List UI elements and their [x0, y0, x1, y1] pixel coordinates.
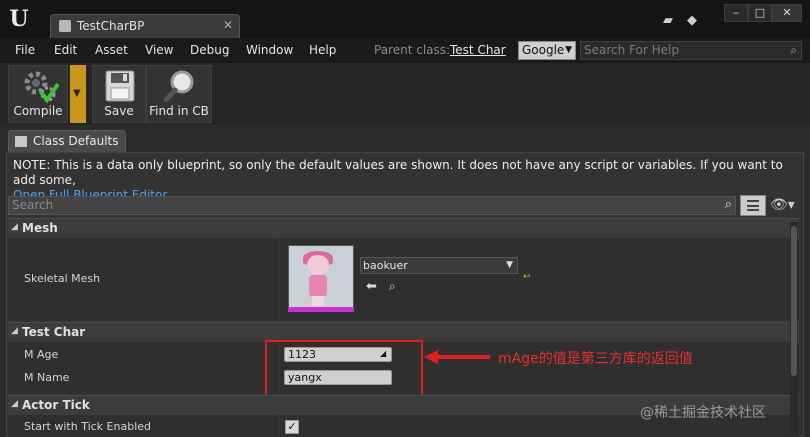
skeletal-mesh-row — [8, 238, 799, 320]
start-tick-label: Start with Tick Enabled — [24, 420, 152, 433]
search-icon: ⌕ — [790, 43, 797, 57]
thumbnail-figure-legs — [312, 296, 324, 306]
skeletal-mesh-label: Skeletal Mesh — [24, 272, 101, 285]
close-button[interactable]: ✕ — [772, 4, 802, 22]
skeletal-mesh-value: baokuer — [363, 259, 408, 272]
compile-options-dropdown[interactable]: ▼ — [70, 65, 86, 123]
skeletal-mesh-picker[interactable]: baokuer ▼ — [360, 257, 518, 274]
category-mesh[interactable]: ◢ Mesh — [8, 218, 799, 238]
title-bar: U TestCharBP ✕ ▰ ◆ – □ ✕ — [0, 0, 810, 38]
category-mesh-title: Mesh — [22, 221, 58, 235]
magnifier-icon — [163, 70, 194, 103]
menu-help[interactable]: Help — [309, 43, 336, 57]
annotation-text: mAge的值是第三方库的返回值 — [498, 351, 693, 367]
collapse-triangle-icon: ◢ — [11, 326, 18, 336]
search-provider-label: Google — [522, 43, 565, 57]
compile-label: Compile — [13, 104, 63, 118]
menu-view[interactable]: View — [145, 43, 173, 57]
search-icon: ⌕ — [724, 197, 732, 212]
watermark-text: @稀土掘金技术社区 — [640, 405, 766, 421]
thumbnail-figure-body — [309, 275, 327, 297]
unreal-logo-icon[interactable]: U — [6, 6, 32, 32]
m-name-label: M Name — [24, 371, 70, 384]
maximize-button[interactable]: □ — [748, 4, 772, 22]
collapse-triangle-icon: ◢ — [11, 222, 18, 232]
class-defaults-icon — [15, 136, 27, 147]
search-provider-dropdown[interactable]: Google ▼ — [518, 41, 576, 60]
category-test-char-title: Test Char — [22, 325, 86, 339]
blueprint-icon — [59, 20, 71, 32]
start-tick-checkbox[interactable]: ✓ — [285, 420, 299, 434]
find-in-cb-label: Find in CB — [149, 104, 209, 118]
menu-file[interactable]: File — [15, 43, 35, 57]
help-search-input[interactable]: Search For Help ⌕ — [580, 41, 802, 60]
chevron-down-icon: ▼ — [506, 260, 513, 270]
parent-class-link[interactable]: Test Char — [450, 43, 506, 57]
compile-gear-icon — [24, 71, 59, 104]
property-matrix-button[interactable] — [740, 195, 766, 216]
toolbar: Compile ▼ Save Find in CB — [0, 63, 810, 125]
tab-class-defaults[interactable]: Class Defaults — [8, 130, 126, 152]
category-test-char[interactable]: ◢ Test Char — [8, 322, 799, 342]
save-label: Save — [104, 104, 134, 118]
menu-bar: File Edit Asset View Debug Window Help P… — [0, 38, 810, 63]
details-scrollbar[interactable] — [790, 222, 798, 434]
thumbnail-figure-head — [307, 255, 329, 275]
compile-button[interactable]: Compile — [8, 65, 68, 123]
menu-debug[interactable]: Debug — [190, 43, 229, 57]
reset-to-default-icon[interactable]: ↩ — [523, 272, 531, 282]
save-icon — [105, 70, 135, 102]
annotation-highlight-box — [265, 340, 423, 400]
list-icon — [747, 200, 759, 211]
parent-class-label: Parent class: — [374, 43, 451, 57]
chevron-down-icon: ▼ — [565, 45, 572, 55]
column-divider[interactable] — [278, 238, 279, 320]
scrollbar-thumb[interactable] — [791, 226, 797, 376]
view-options-eye-icon[interactable]: 👁▾ — [770, 197, 795, 213]
learn-icon[interactable]: ◆ — [684, 14, 700, 28]
collapse-triangle-icon: ◢ — [11, 399, 18, 409]
note-text: NOTE: This is a data only blueprint, so … — [13, 158, 783, 187]
details-search-placeholder: Search — [12, 198, 54, 212]
save-button[interactable]: Save — [92, 65, 146, 123]
tab-title: TestCharBP — [77, 19, 145, 33]
chevron-down-icon: ▼ — [73, 88, 81, 99]
feedback-icon[interactable]: ▰ — [660, 14, 676, 28]
minimize-button[interactable]: – — [724, 4, 748, 22]
annotation-arrow-icon — [424, 350, 490, 364]
use-selected-arrow-icon[interactable]: ⬅ — [366, 279, 377, 294]
details-search-input[interactable]: Search ⌕ — [8, 196, 736, 215]
menu-asset[interactable]: Asset — [95, 43, 128, 57]
window-controls: – □ ✕ — [724, 4, 802, 22]
asset-type-color-bar — [288, 307, 354, 312]
column-divider[interactable] — [278, 415, 279, 437]
tab-close-icon[interactable]: ✕ — [223, 18, 233, 32]
tab-testcharbp[interactable]: TestCharBP ✕ — [50, 14, 240, 38]
class-defaults-label: Class Defaults — [33, 134, 119, 148]
find-in-cb-button[interactable]: Find in CB — [146, 65, 212, 123]
help-search-placeholder: Search For Help — [584, 43, 679, 57]
menu-window[interactable]: Window — [246, 43, 293, 57]
category-actor-tick-title: Actor Tick — [22, 398, 90, 412]
menu-edit[interactable]: Edit — [54, 43, 77, 57]
m-age-label: M Age — [24, 348, 59, 361]
browse-search-icon[interactable]: ⌕ — [389, 279, 396, 294]
